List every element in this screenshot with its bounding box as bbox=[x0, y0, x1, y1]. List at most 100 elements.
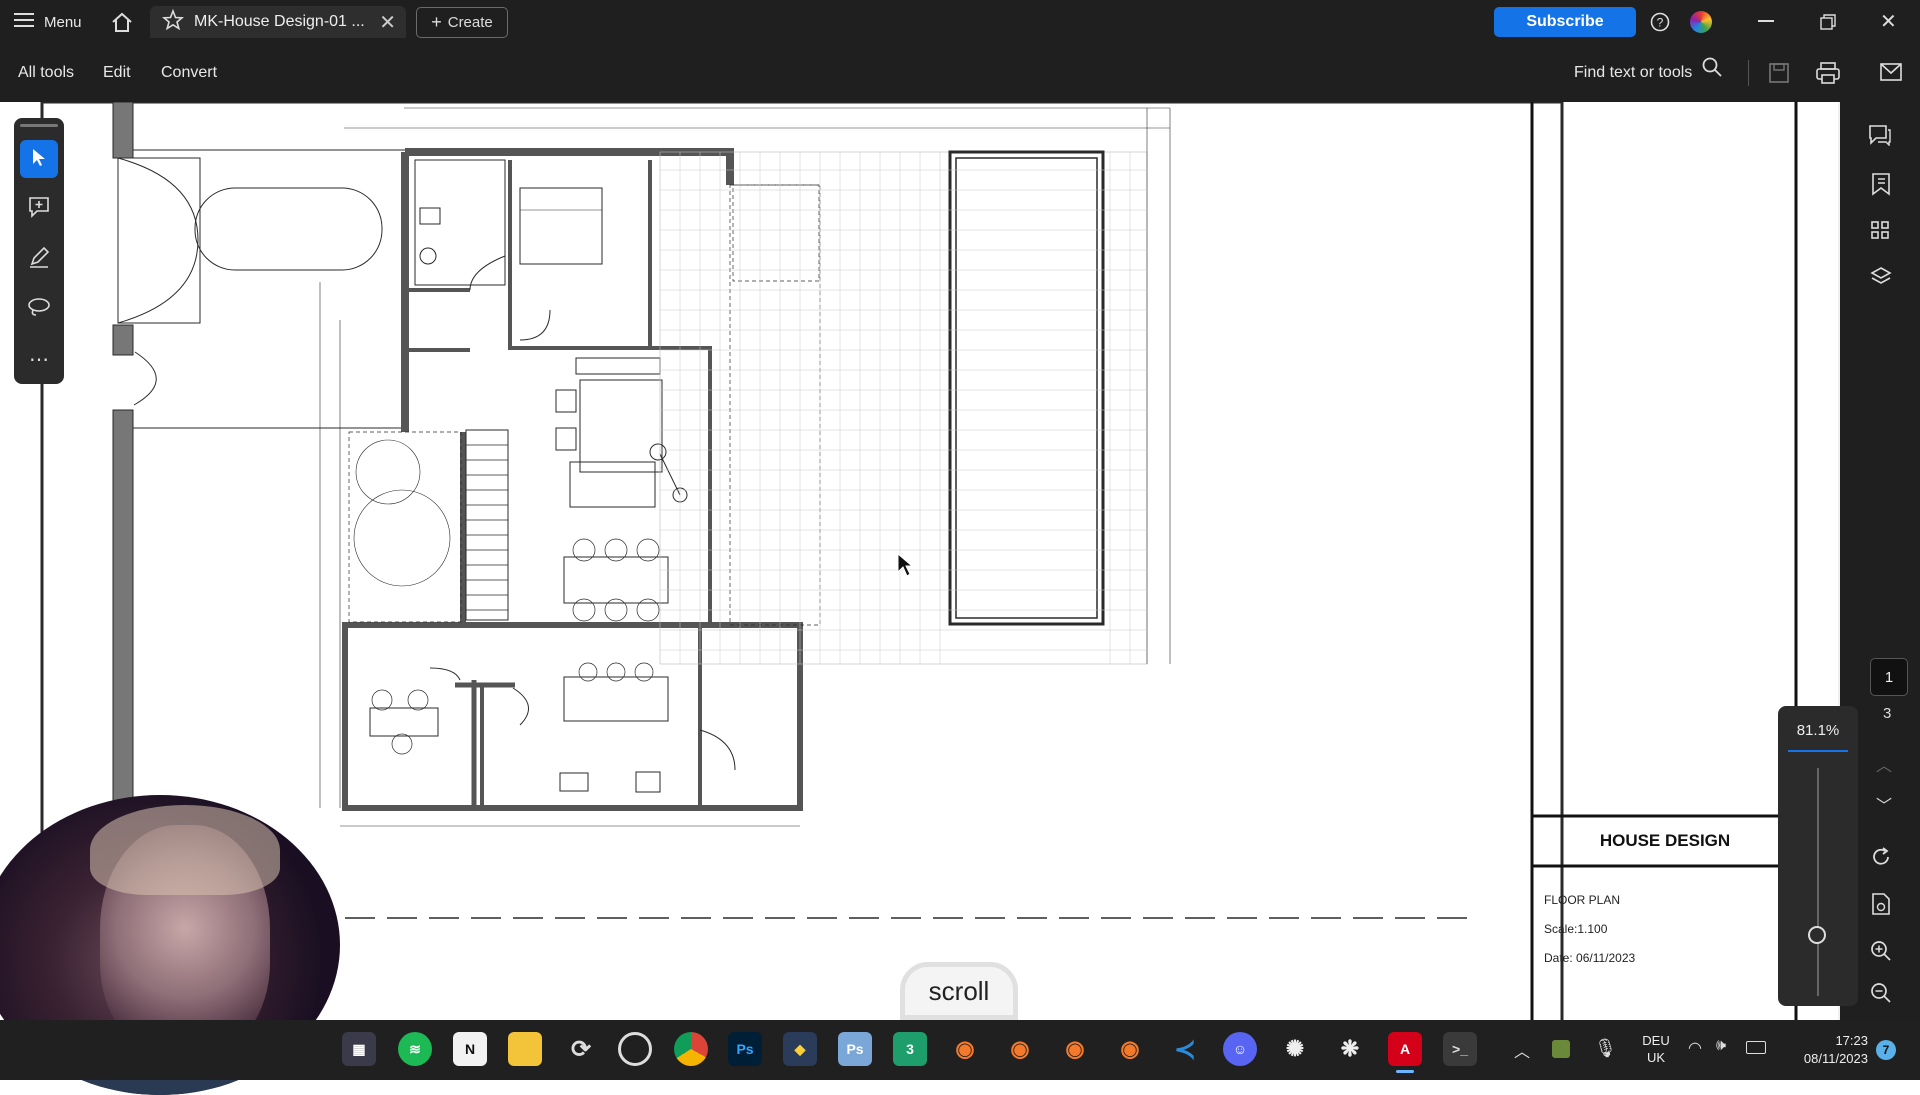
window-close-icon[interactable]: ✕ bbox=[1880, 9, 1897, 34]
lasso-icon bbox=[27, 297, 51, 322]
notification-count: 7 bbox=[1882, 1043, 1890, 1057]
mouse-cursor-icon bbox=[897, 552, 914, 577]
toolbar-drag-handle[interactable] bbox=[20, 124, 58, 127]
blender-icon-3[interactable]: ◉ bbox=[1058, 1032, 1092, 1066]
chrome-alt-icon[interactable] bbox=[618, 1032, 652, 1066]
blender-icon-4[interactable]: ◉ bbox=[1113, 1032, 1147, 1066]
menu-label: Menu bbox=[44, 13, 82, 31]
clock-date: 08/11/2023 bbox=[1803, 1051, 1868, 1066]
chatgpt-icon[interactable]: ✺ bbox=[1278, 1032, 1312, 1066]
settings-app-icon[interactable]: ❋ bbox=[1333, 1032, 1367, 1066]
menu-all-tools[interactable]: All tools bbox=[18, 44, 74, 102]
zoom-out-icon[interactable] bbox=[1870, 982, 1892, 1009]
zoom-underline bbox=[1788, 750, 1848, 752]
photoshop-alt-icon[interactable]: Ps bbox=[838, 1032, 872, 1066]
file-explorer-icon[interactable] bbox=[508, 1032, 542, 1066]
title-bar: Menu MK-House Design-01 ... ✕ + Create S… bbox=[0, 0, 1920, 44]
home-icon[interactable] bbox=[110, 11, 134, 38]
photoshop-icon[interactable]: Ps bbox=[728, 1032, 762, 1066]
help-icon[interactable]: ? bbox=[1650, 12, 1670, 37]
start-icon[interactable]: ▦ bbox=[342, 1032, 376, 1066]
affinity-icon[interactable]: ◆ bbox=[783, 1032, 817, 1066]
title-block: HOUSE DESIGN bbox=[1534, 816, 1796, 866]
wifi-icon[interactable]: ◠ bbox=[1688, 1038, 1702, 1058]
profile-avatar[interactable] bbox=[1690, 11, 1712, 33]
more-icon: ⋯ bbox=[29, 348, 49, 371]
language-bottom: UK bbox=[1646, 1050, 1666, 1065]
language-indicator[interactable]: DEU UK bbox=[1636, 1032, 1676, 1066]
chrome-icon[interactable] bbox=[674, 1032, 708, 1066]
sync-icon[interactable]: ⟳ bbox=[564, 1032, 598, 1066]
search-icon bbox=[1702, 44, 1722, 102]
tray-overflow-icon[interactable]: ︿ bbox=[1514, 1038, 1530, 1062]
draw-tool[interactable] bbox=[20, 240, 58, 278]
print-icon[interactable] bbox=[1816, 62, 1840, 89]
comments-icon[interactable] bbox=[1868, 124, 1892, 151]
notion-icon[interactable]: N bbox=[453, 1032, 487, 1066]
sheet-scale: Scale:1.100 bbox=[1544, 922, 1608, 936]
select-tool[interactable] bbox=[20, 140, 58, 178]
zoom-slider-track[interactable] bbox=[1817, 768, 1819, 996]
menu-convert[interactable]: Convert bbox=[161, 44, 217, 102]
layers-icon[interactable] bbox=[1870, 266, 1892, 293]
create-button[interactable]: + Create bbox=[416, 7, 508, 38]
save-icon[interactable] bbox=[1768, 62, 1790, 89]
subscribe-button[interactable]: Subscribe bbox=[1494, 7, 1636, 37]
hamburger-icon bbox=[14, 12, 34, 32]
next-page-icon[interactable]: ﹀ bbox=[1876, 792, 1892, 816]
sheet-date: Date: 06/11/2023 bbox=[1544, 951, 1636, 965]
acrobat-icon[interactable]: A bbox=[1388, 1032, 1422, 1066]
restore-icon[interactable] bbox=[1820, 14, 1836, 35]
create-label: Create bbox=[447, 14, 493, 31]
thumbnails-icon[interactable] bbox=[1870, 220, 1890, 245]
discord-icon[interactable]: ☺ bbox=[1223, 1032, 1257, 1066]
pencil-icon bbox=[28, 246, 50, 273]
current-page-box[interactable]: 1 bbox=[1870, 658, 1908, 696]
zoom-slider-panel: 81.1% bbox=[1778, 706, 1858, 1006]
pointer-icon bbox=[30, 147, 48, 172]
spotify-icon[interactable]: ≋ bbox=[398, 1032, 432, 1066]
notification-badge[interactable]: 7 bbox=[1876, 1040, 1896, 1060]
terminal-icon[interactable]: >_ bbox=[1443, 1032, 1477, 1066]
document-tab[interactable]: MK-House Design-01 ... ✕ bbox=[150, 6, 406, 38]
language-top: DEU bbox=[1642, 1033, 1670, 1048]
acrobat-active-indicator bbox=[1396, 1070, 1414, 1073]
find-label: Find text or tools bbox=[1574, 64, 1693, 81]
comment-add-icon bbox=[28, 196, 50, 223]
clock[interactable]: 17:23 08/11/2023 bbox=[1780, 1032, 1868, 1068]
lasso-tool[interactable] bbox=[20, 290, 58, 328]
current-page-number: 1 bbox=[1884, 668, 1894, 686]
vscode-icon[interactable]: ≺ bbox=[1168, 1032, 1202, 1066]
blender-icon-2[interactable]: ◉ bbox=[1003, 1032, 1037, 1066]
toolbar-divider bbox=[1748, 60, 1749, 86]
total-pages: 3 bbox=[1883, 705, 1892, 722]
person-hair bbox=[90, 805, 280, 895]
project-title: HOUSE DESIGN bbox=[1599, 831, 1731, 850]
star-icon[interactable] bbox=[161, 8, 185, 36]
zoom-level: 81.1% bbox=[1796, 722, 1840, 739]
find-text-or-tools[interactable]: Find text or tools bbox=[1574, 44, 1722, 102]
previous-page-icon[interactable]: ︿ bbox=[1876, 752, 1892, 776]
bookmarks-icon[interactable] bbox=[1870, 172, 1892, 201]
add-comment-tool[interactable] bbox=[20, 190, 58, 228]
sheet-name: FLOOR PLAN bbox=[1544, 893, 1621, 907]
volume-icon[interactable]: 🕪︎ bbox=[1716, 1037, 1726, 1055]
tray-app-icon[interactable] bbox=[1552, 1040, 1570, 1058]
spreadsheet-icon[interactable]: 3 bbox=[893, 1032, 927, 1066]
battery-icon[interactable] bbox=[1746, 1041, 1766, 1054]
scroll-indicator: scroll bbox=[900, 962, 1018, 1020]
zoom-in-icon[interactable] bbox=[1870, 940, 1892, 967]
clock-time: 17:23 bbox=[1835, 1033, 1868, 1048]
rotate-icon[interactable] bbox=[1870, 846, 1892, 873]
menu-edit[interactable]: Edit bbox=[103, 44, 131, 102]
zoom-slider-handle[interactable] bbox=[1808, 926, 1826, 944]
quick-tools-toolbar: ⋯ bbox=[14, 118, 64, 384]
page-info-icon[interactable] bbox=[1871, 892, 1891, 921]
mail-icon[interactable] bbox=[1880, 63, 1902, 86]
microphone-icon[interactable]: 🎙︎ bbox=[1594, 1038, 1617, 1059]
menu-button[interactable]: Menu bbox=[14, 0, 82, 44]
more-tools-button[interactable]: ⋯ bbox=[20, 340, 58, 378]
close-tab-icon[interactable]: ✕ bbox=[379, 10, 396, 35]
minimize-icon[interactable] bbox=[1758, 20, 1774, 22]
blender-icon-1[interactable]: ◉ bbox=[948, 1032, 982, 1066]
